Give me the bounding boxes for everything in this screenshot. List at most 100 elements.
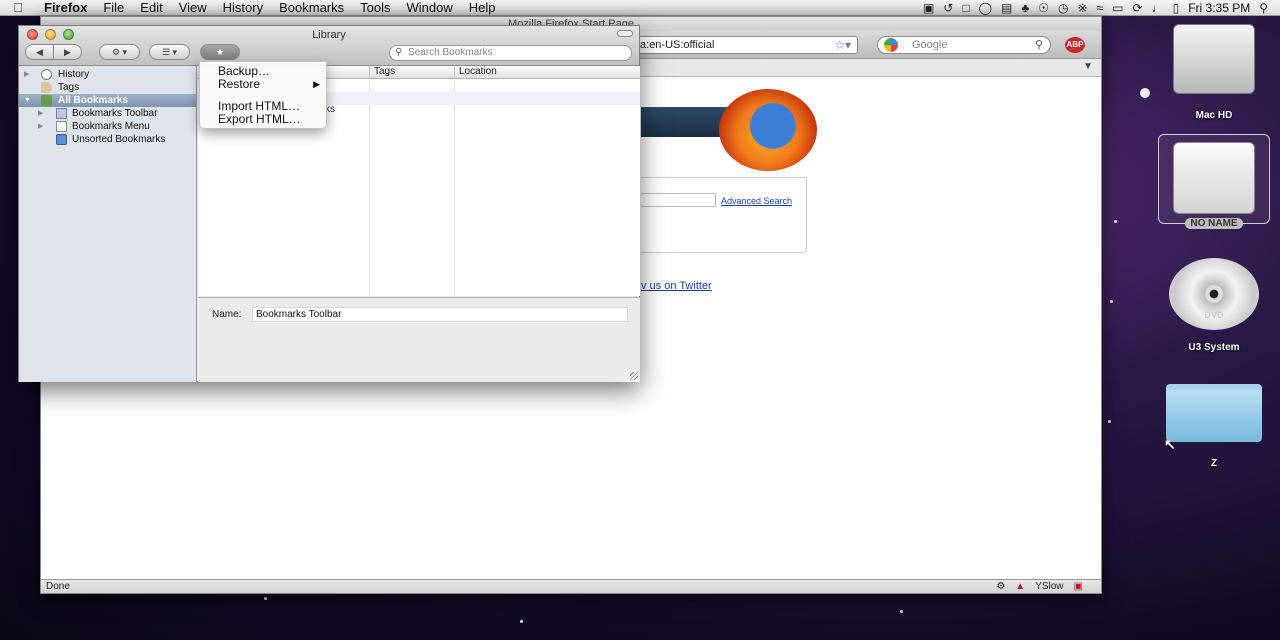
menu-view[interactable]: View bbox=[171, 0, 215, 16]
adblock-icon[interactable]: ABP bbox=[1065, 37, 1085, 53]
sidebar-item-label: Tags bbox=[58, 82, 80, 93]
desktop-star bbox=[520, 620, 523, 623]
url-bar[interactable]: a:en-US:official ☆▾ bbox=[631, 36, 858, 54]
menu-item-label: Restore bbox=[218, 77, 261, 91]
status-text: Done bbox=[46, 581, 70, 592]
bluetooth-icon[interactable]: ※ bbox=[1078, 1, 1088, 15]
views-button[interactable]: ☰ ▾ bbox=[149, 44, 190, 60]
magnifier-icon[interactable]: ⚲ bbox=[1035, 37, 1043, 53]
toolbar-toggle-button[interactable] bbox=[617, 30, 633, 37]
desktop-star bbox=[1108, 420, 1111, 423]
battery-icon[interactable]: ▯ bbox=[1173, 1, 1180, 15]
sidebar-item-bookmarks-toolbar[interactable]: ▶ Bookmarks Toolbar bbox=[19, 107, 196, 120]
sync-icon[interactable]: ⟳ bbox=[1133, 1, 1143, 15]
desktop-icon-z[interactable]: ↖ Z bbox=[1164, 384, 1264, 469]
menu-item-export-html[interactable]: Export HTML… bbox=[200, 112, 328, 126]
time-machine-icon[interactable]: ↺ bbox=[943, 1, 953, 15]
camera-icon[interactable]: ▣ bbox=[923, 1, 934, 15]
folder-icon bbox=[1166, 384, 1262, 442]
desktop-icon-no-name[interactable]: NO NAME bbox=[1172, 142, 1256, 229]
selection-icon[interactable]: □ bbox=[962, 1, 969, 15]
menu-history[interactable]: History bbox=[215, 0, 271, 16]
apple-menu-icon[interactable]:  bbox=[0, 0, 36, 15]
gear-icon[interactable]: ⚙ bbox=[996, 580, 1005, 593]
external-drive-icon bbox=[1173, 142, 1255, 214]
desktop-icon-label: U3 System bbox=[1188, 342, 1240, 353]
search-icon: ⚲ bbox=[395, 47, 403, 58]
twitter-link[interactable]: v us on Twitter bbox=[641, 280, 712, 292]
desktop-icon-label: Z bbox=[1210, 458, 1218, 469]
import-backup-button[interactable]: ★ bbox=[200, 44, 240, 60]
menu-extras: ▣ ↺ □ ◯ ▤ ♣ ☉ ◷ ※ ≈ ▭ ⟳ ♩ ▯ Fri 3:35 PM … bbox=[923, 1, 1280, 15]
web-search-bar[interactable]: Google ⚲ bbox=[877, 36, 1051, 54]
desktop-star bbox=[264, 597, 267, 600]
sidebar-item-unsorted-bookmarks[interactable]: Unsorted Bookmarks bbox=[19, 133, 196, 146]
start-search-input[interactable] bbox=[641, 193, 716, 207]
desktop-star bbox=[1114, 220, 1117, 223]
resize-grip-icon[interactable] bbox=[630, 372, 638, 380]
menu-item-backup[interactable]: Backup… bbox=[200, 64, 328, 78]
column-header-location[interactable]: Location bbox=[454, 66, 640, 79]
desktop-star bbox=[1140, 88, 1150, 98]
advanced-search-link[interactable]: Advanced Search bbox=[721, 196, 792, 206]
sidebar-item-bookmarks-menu[interactable]: ▶ Bookmarks Menu bbox=[19, 120, 196, 133]
volume-icon[interactable]: ♩ bbox=[1152, 1, 1164, 15]
menu-bar:  Firefox File Edit View History Bookmar… bbox=[0, 0, 1280, 16]
arrow-right-icon: ▶ bbox=[64, 47, 71, 57]
status-bar: Done ⚙ ▲ YSlow ▣ bbox=[41, 579, 1101, 593]
forward-button[interactable]: ▶ bbox=[53, 44, 82, 60]
menu-tools[interactable]: Tools bbox=[352, 0, 398, 16]
wifi-icon[interactable]: ≈ bbox=[1097, 1, 1104, 15]
evernote-icon[interactable]: ♣ bbox=[1021, 1, 1029, 15]
disclosure-triangle-icon[interactable]: ▶ bbox=[24, 68, 29, 81]
desktop-icon-label: NO NAME bbox=[1185, 218, 1243, 229]
chevron-down-icon[interactable]: ▼ bbox=[1083, 61, 1093, 72]
menu-file[interactable]: File bbox=[95, 0, 132, 16]
dvd-logo-text: DVD bbox=[1204, 310, 1224, 320]
submenu-arrow-icon: ▶ bbox=[313, 79, 320, 89]
yslow-label[interactable]: YSlow bbox=[1035, 580, 1063, 593]
disclosure-triangle-icon[interactable]: ▶ bbox=[38, 120, 43, 133]
google-icon[interactable] bbox=[884, 38, 898, 52]
alias-arrow-icon: ↖ bbox=[1164, 436, 1176, 452]
display-icon[interactable]: ▭ bbox=[1112, 1, 1123, 15]
menu-item-import-html[interactable]: Import HTML… bbox=[200, 99, 328, 113]
accessibility-icon[interactable]: ☉ bbox=[1038, 1, 1049, 15]
firefox-logo bbox=[719, 89, 817, 171]
library-sidebar: ▶ History Tags ▼ All Bookmarks ▶ Bookmar… bbox=[19, 66, 197, 382]
menu-window[interactable]: Window bbox=[399, 0, 461, 16]
menubar-clock[interactable]: Fri 3:35 PM bbox=[1188, 1, 1250, 15]
organize-button[interactable]: ⚙ ▾ bbox=[99, 44, 140, 60]
flag-icon[interactable]: ▣ bbox=[1074, 580, 1083, 593]
yslow-icon[interactable]: ▲ bbox=[1015, 580, 1025, 593]
clock-icon[interactable]: ◷ bbox=[1058, 1, 1068, 15]
column-header-tags[interactable]: Tags bbox=[369, 66, 395, 79]
menu-app-firefox[interactable]: Firefox bbox=[36, 0, 95, 16]
clock-icon bbox=[41, 69, 52, 80]
name-field[interactable]: Bookmarks Toolbar bbox=[252, 307, 628, 322]
bookmark-star-icon[interactable]: ☆▾ bbox=[834, 37, 851, 53]
sidebar-item-label: Bookmarks Menu bbox=[72, 121, 150, 132]
menu-separator bbox=[200, 97, 328, 98]
sidebar-item-history[interactable]: ▶ History bbox=[19, 68, 196, 81]
desktop-icon-u3-system[interactable]: DVD U3 System bbox=[1168, 258, 1260, 353]
menu-edit[interactable]: Edit bbox=[132, 0, 170, 16]
skype-icon[interactable]: ◯ bbox=[979, 1, 992, 15]
back-button[interactable]: ◀ bbox=[25, 44, 54, 60]
library-search-input[interactable]: ⚲ Search Bookmarks bbox=[389, 45, 632, 61]
disclosure-triangle-icon[interactable]: ▼ bbox=[24, 94, 31, 107]
sidebar-item-tags[interactable]: Tags bbox=[19, 81, 196, 94]
desktop-icon-mac-hd[interactable]: Mac HD bbox=[1170, 24, 1258, 121]
menu-help[interactable]: Help bbox=[461, 0, 504, 16]
desktop-star bbox=[900, 610, 903, 613]
menu-bookmarks[interactable]: Bookmarks bbox=[271, 0, 352, 16]
import-backup-menu: Backup… Restore ▶ Import HTML… Export HT… bbox=[199, 61, 327, 129]
sidebar-item-label: Bookmarks Toolbar bbox=[72, 108, 158, 119]
disclosure-triangle-icon[interactable]: ▶ bbox=[38, 107, 43, 120]
menu-item-restore[interactable]: Restore ▶ bbox=[200, 77, 328, 91]
spotlight-icon[interactable]: ⚲ bbox=[1259, 1, 1268, 15]
star-icon bbox=[41, 95, 52, 106]
screen-icon[interactable]: ▤ bbox=[1001, 1, 1012, 15]
sidebar-item-label: History bbox=[58, 69, 90, 80]
sidebar-item-all-bookmarks[interactable]: ▼ All Bookmarks bbox=[19, 94, 196, 107]
